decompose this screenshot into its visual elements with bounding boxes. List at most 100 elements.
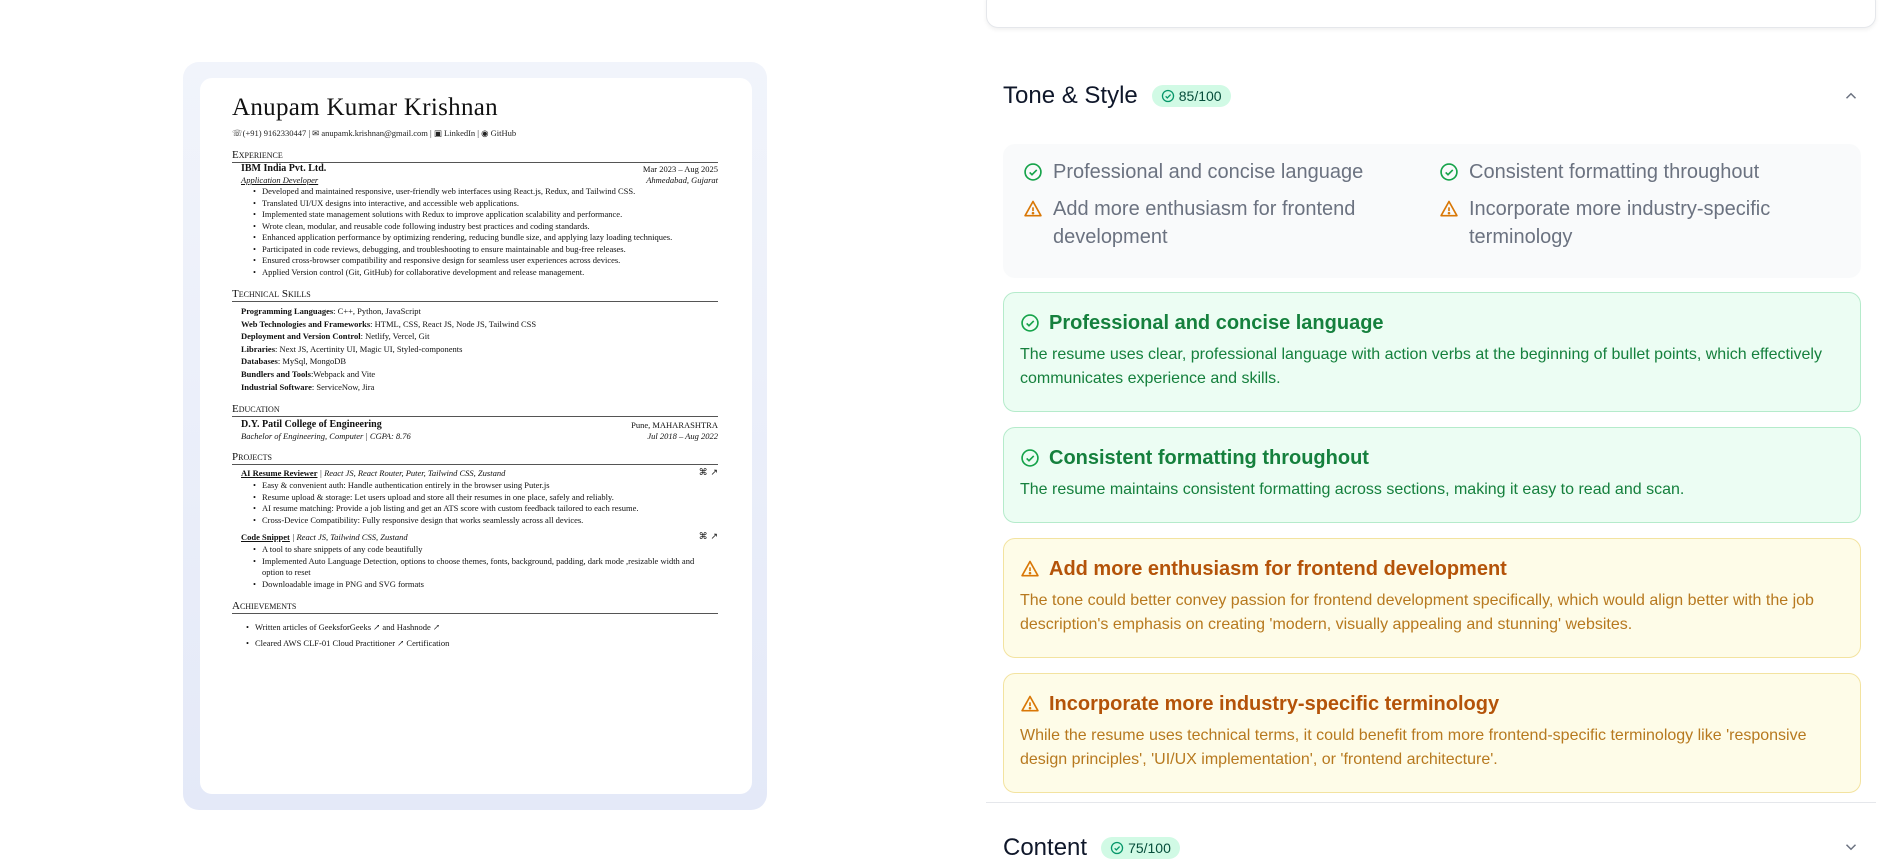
list-item: Cleared AWS CLF-01 Cloud Practitioner ↗ … bbox=[246, 635, 718, 651]
summary-item: Consistent formatting throughout bbox=[1439, 158, 1839, 186]
education-header: D.Y. Patil College of Engineering Pune, … bbox=[232, 419, 718, 431]
job-bullets: Developed and maintained responsive, use… bbox=[232, 186, 718, 278]
resume-section-skills: Technical Skills bbox=[232, 288, 718, 302]
skill-row: Databases: MySql, MongoDB bbox=[232, 355, 718, 368]
tip-title: Incorporate more industry-specific termi… bbox=[1020, 692, 1844, 716]
education-subheader: Bachelor of Engineering, Computer | CGPA… bbox=[232, 431, 718, 441]
list-item: Wrote clean, modular, and reusable code … bbox=[253, 221, 718, 233]
list-item: A tool to share snippets of any code bea… bbox=[253, 544, 718, 556]
project-header: AI Resume Reviewer | React JS, React Rou… bbox=[232, 467, 718, 479]
summary-text: Consistent formatting throughout bbox=[1469, 161, 1760, 183]
previous-section-card bbox=[986, 0, 1876, 28]
list-item: Enhanced application performance by opti… bbox=[253, 232, 718, 244]
check-circle-icon bbox=[1110, 841, 1124, 855]
tip-title: Consistent formatting throughout bbox=[1020, 446, 1844, 470]
tip-card: Professional and concise language The re… bbox=[1003, 292, 1861, 412]
section-title: Content bbox=[1003, 834, 1088, 861]
education-dates: Jul 2018 – Aug 2022 bbox=[647, 431, 718, 442]
tip-body: The resume uses clear, professional lang… bbox=[1020, 346, 1822, 387]
section-title: Tone & Style bbox=[1003, 82, 1138, 109]
list-item: Written articles of GeeksforGeeks ↗ and … bbox=[246, 619, 718, 635]
skill-row: Deployment and Version Control: Netlify,… bbox=[232, 330, 718, 343]
warning-icon bbox=[1440, 200, 1458, 217]
project-header: Code Snippet | React JS, Tailwind CSS, Z… bbox=[232, 531, 718, 543]
section-divider bbox=[986, 802, 1876, 803]
score-badge: 75/100 bbox=[1101, 837, 1180, 859]
score-value: 75/100 bbox=[1128, 840, 1171, 856]
summary-item: Add more enthusiasm for frontend develop… bbox=[1023, 195, 1439, 251]
list-item: Implemented state management solutions w… bbox=[253, 209, 718, 221]
github-link-icon[interactable]: ⌘ ↗ bbox=[699, 467, 718, 479]
skill-value: : Netlify, Vercel, Git bbox=[360, 331, 430, 342]
job-role: Application Developer bbox=[241, 175, 319, 185]
score-value: 85/100 bbox=[1178, 88, 1222, 104]
skill-row: Programming Languages: C++, Python, Java… bbox=[232, 305, 718, 318]
project-tech: | React JS, Tailwind CSS, Zustand bbox=[289, 532, 408, 543]
tip-body: The resume maintains consistent formatti… bbox=[1020, 481, 1685, 498]
project-name[interactable]: AI Resume Reviewer bbox=[241, 468, 317, 478]
resume-section-projects: Projects bbox=[232, 451, 718, 466]
summary-item: Professional and concise language bbox=[1023, 158, 1439, 186]
check-circle-icon bbox=[1440, 163, 1458, 181]
skill-value: : C++, Python, JavaScript bbox=[333, 306, 421, 316]
job-dates: Mar 2023 – Aug 2025 bbox=[642, 164, 718, 174]
warning-icon bbox=[1021, 695, 1039, 712]
education-degree: Bachelor of Engineering, Computer | CGPA… bbox=[241, 431, 411, 442]
content-header[interactable]: Content 75/100 bbox=[1003, 834, 1180, 862]
tip-title-text: Incorporate more industry-specific termi… bbox=[1049, 693, 1500, 715]
resume-section-achievements: Achievements bbox=[232, 600, 718, 615]
skill-key: Libraries bbox=[241, 343, 275, 354]
list-item: Translated UI/UX designs into interactiv… bbox=[253, 198, 718, 210]
list-item: Downloadable image in PNG and SVG format… bbox=[253, 579, 718, 591]
tip-title-text: Professional and concise language bbox=[1049, 312, 1384, 334]
summary-text: Add more enthusiasm for frontend develop… bbox=[1053, 198, 1356, 248]
chevron-up-icon[interactable] bbox=[1842, 87, 1860, 105]
tip-body: The tone could better convey passion for… bbox=[1020, 592, 1814, 633]
skill-key: Deployment and Version Control bbox=[241, 331, 361, 342]
skill-key: Industrial Software bbox=[241, 381, 312, 392]
skill-value: :Webpack and Vite bbox=[310, 368, 376, 379]
skills-list: Programming Languages: C++, Python, Java… bbox=[232, 305, 718, 393]
job-location: Ahmedabad, Gujarat bbox=[646, 175, 718, 185]
github-link-icon[interactable]: ⌘ ↗ bbox=[699, 531, 718, 543]
list-item: Participated in code reviews, debugging,… bbox=[253, 244, 718, 256]
resume-contact: ☏(+91) 9162330447 | ✉ anupamk.krishnan@g… bbox=[232, 128, 517, 138]
check-circle-icon bbox=[1024, 163, 1042, 181]
summary-text: Professional and concise language bbox=[1053, 161, 1364, 183]
list-item: Applied Version control (Git, GitHub) fo… bbox=[253, 267, 718, 279]
project-name[interactable]: Code Snippet bbox=[241, 532, 290, 542]
summary-text: Incorporate more industry-specific termi… bbox=[1469, 198, 1771, 248]
skill-value: : Next JS, Acertinity UI, Magic UI, Styl… bbox=[275, 343, 463, 354]
list-item: Cross-Device Compatibility: Fully respon… bbox=[253, 515, 718, 527]
resume-name: Anupam Kumar Krishnan bbox=[232, 94, 498, 121]
list-item: AI resume matching: Provide a job listin… bbox=[253, 503, 718, 515]
warning-icon bbox=[1024, 200, 1042, 217]
tip-card: Add more enthusiasm for frontend develop… bbox=[1003, 538, 1861, 658]
resume-section-education: Education bbox=[232, 403, 718, 418]
resume-preview[interactable]: Anupam Kumar Krishnan ☏(+91) 9162330447 … bbox=[200, 78, 752, 794]
list-item: Easy & convenient auth: Handle authentic… bbox=[253, 480, 718, 492]
tip-card: Consistent formatting throughout The res… bbox=[1003, 427, 1861, 523]
skill-key: Bundlers and Tools bbox=[241, 368, 311, 379]
check-circle-icon bbox=[1161, 89, 1174, 103]
education-location: Pune, MAHARASHTRA bbox=[631, 420, 718, 431]
list-item: Implemented Auto Language Detection, opt… bbox=[253, 556, 718, 579]
job-subheader: Application Developer Ahmedabad, Gujarat bbox=[232, 175, 718, 185]
project-tech: | React JS, React Router, Puter, Tailwin… bbox=[317, 468, 506, 479]
tip-title: Professional and concise language bbox=[1020, 311, 1844, 335]
skill-key: Databases bbox=[241, 356, 278, 367]
tip-title-text: Consistent formatting throughout bbox=[1049, 447, 1369, 469]
chevron-down-icon[interactable] bbox=[1842, 838, 1860, 856]
check-circle-icon bbox=[1021, 314, 1039, 332]
skill-value: : HTML, CSS, React JS, Node JS, Tailwind… bbox=[370, 318, 537, 329]
skill-value: : ServiceNow, Jira bbox=[311, 381, 375, 392]
education-school: D.Y. Patil College of Engineering bbox=[241, 419, 382, 431]
check-circle-icon bbox=[1021, 449, 1039, 467]
skill-key: Programming Languages bbox=[241, 306, 334, 316]
tip-title: Add more enthusiasm for frontend develop… bbox=[1020, 557, 1844, 581]
achievement-list: Written articles of GeeksforGeeks ↗ and … bbox=[232, 619, 718, 651]
tone-summary: Professional and concise language Consis… bbox=[1003, 144, 1861, 278]
skill-row: Industrial Software: ServiceNow, Jira bbox=[232, 381, 718, 394]
tone-style-header[interactable]: Tone & Style 85/100 bbox=[1003, 82, 1231, 110]
skill-row: Libraries: Next JS, Acertinity UI, Magic… bbox=[232, 343, 718, 356]
